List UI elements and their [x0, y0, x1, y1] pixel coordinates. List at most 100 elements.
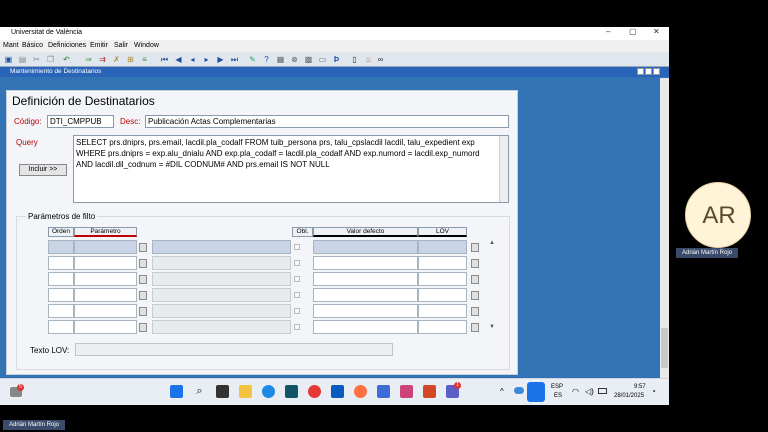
last-record-icon[interactable]: ⏭ — [230, 55, 239, 64]
list-icon[interactable]: ≡ — [140, 55, 149, 64]
taskview-icon[interactable] — [216, 385, 229, 398]
copy-icon[interactable]: ❐ — [46, 55, 55, 64]
lang-primary[interactable]: ESP — [551, 384, 563, 390]
scrollbar-thumb[interactable] — [661, 328, 668, 368]
valor-defecto-cell[interactable] — [313, 240, 418, 254]
lov-cell[interactable] — [418, 240, 467, 254]
menu-definiciones[interactable]: Definiciones — [48, 42, 86, 49]
next-block-icon[interactable]: ▶ — [216, 55, 225, 64]
parametro-cell[interactable] — [74, 304, 137, 318]
microphone-icon[interactable] — [527, 382, 545, 402]
folder-icon[interactable] — [239, 385, 252, 398]
print-icon[interactable]: ▤ — [18, 55, 27, 64]
lov-button-icon[interactable] — [139, 291, 147, 300]
valor-defecto-cell[interactable] — [313, 272, 418, 286]
edit-icon[interactable]: ✎ — [248, 55, 257, 64]
parametro-cell[interactable] — [74, 256, 137, 270]
cancel-query-icon[interactable]: ✗ — [112, 55, 121, 64]
next-record-icon[interactable]: ▸ — [202, 55, 211, 64]
lov-cell[interactable] — [418, 288, 467, 302]
grid-icon[interactable]: ▩ — [304, 55, 313, 64]
wifi-icon[interactable]: ◠ — [572, 387, 579, 396]
sub-minimize-icon[interactable] — [637, 68, 644, 75]
rows-scroll-down-icon[interactable]: ▼ — [489, 324, 495, 330]
prev-block-icon[interactable]: ◀ — [174, 55, 183, 64]
menu-emitir[interactable]: Emitir — [90, 42, 108, 49]
start-icon[interactable] — [170, 385, 183, 398]
window-scrollbar[interactable] — [660, 78, 669, 378]
lov-list-icon[interactable] — [471, 323, 479, 332]
clock-time[interactable]: 9:57 — [634, 384, 646, 390]
exit-icon[interactable]: ∞ — [376, 55, 385, 64]
maximize-button[interactable]: ▢ — [629, 27, 637, 36]
lock-icon[interactable]: ▦ — [276, 55, 285, 64]
oblig-checkbox[interactable] — [294, 308, 300, 314]
oblig-checkbox[interactable] — [294, 260, 300, 266]
parametro-cell[interactable] — [74, 288, 137, 302]
firefox-icon[interactable] — [354, 385, 367, 398]
incluir-button[interactable]: Incluir >> — [19, 164, 67, 176]
oblig-checkbox[interactable] — [294, 244, 300, 250]
prev-record-icon[interactable]: ◂ — [188, 55, 197, 64]
lov-cell[interactable] — [418, 256, 467, 270]
lov-button-icon[interactable] — [139, 323, 147, 332]
menu-mant[interactable]: Mant — [3, 42, 19, 49]
orden-cell[interactable] — [48, 240, 74, 254]
orden-cell[interactable] — [48, 288, 74, 302]
lov-cell[interactable] — [418, 304, 467, 318]
lov-button-icon[interactable] — [139, 307, 147, 316]
bell-icon[interactable]: ◔ — [651, 387, 656, 396]
tool-icon[interactable]: ♨ — [364, 55, 373, 64]
lov-list-icon[interactable] — [471, 307, 479, 316]
close-button[interactable]: ✕ — [653, 27, 660, 36]
save-icon[interactable]: ▣ — [4, 55, 13, 64]
orden-cell[interactable] — [48, 272, 74, 286]
powerpoint-icon[interactable] — [423, 385, 436, 398]
orden-cell[interactable] — [48, 304, 74, 318]
document-icon[interactable]: ▯ — [350, 55, 359, 64]
battery-icon[interactable] — [598, 388, 607, 394]
volume-icon[interactable]: ◁) — [585, 387, 594, 396]
valor-defecto-cell[interactable] — [313, 320, 418, 334]
count-query-icon[interactable]: ⊞ — [126, 55, 135, 64]
clear-icon[interactable]: ⊗ — [290, 55, 299, 64]
valor-defecto-cell[interactable] — [313, 304, 418, 318]
java-icon[interactable] — [400, 385, 413, 398]
lov-list-icon[interactable] — [471, 275, 479, 284]
onedrive-icon[interactable] — [514, 387, 524, 394]
codigo-field[interactable]: DTI_CMPPUB — [47, 115, 114, 128]
edge-icon[interactable] — [262, 385, 275, 398]
lov-cell[interactable] — [418, 320, 467, 334]
undo-icon[interactable]: ↶ — [62, 55, 71, 64]
oblig-checkbox[interactable] — [294, 324, 300, 330]
menu-basico[interactable]: Básico — [22, 42, 43, 49]
lang-secondary[interactable]: ES — [554, 393, 562, 399]
clock-date[interactable]: 28/01/2025 — [614, 393, 644, 399]
chevron-up-icon[interactable]: ^ — [500, 387, 504, 396]
rows-scroll-up-icon[interactable]: ▲ — [489, 240, 495, 246]
desc-field[interactable]: Publicación Actas Complementarias — [145, 115, 509, 128]
minimize-button[interactable]: – — [606, 27, 610, 36]
lov-list-icon[interactable] — [471, 291, 479, 300]
execute-query-icon[interactable]: ⇉ — [98, 55, 107, 64]
valor-defecto-cell[interactable] — [313, 256, 418, 270]
valor-defecto-cell[interactable] — [313, 288, 418, 302]
lov-list-icon[interactable] — [471, 259, 479, 268]
parametro-cell[interactable] — [74, 272, 137, 286]
texto-lov-field[interactable] — [75, 343, 393, 356]
lov-button-icon[interactable] — [139, 243, 147, 252]
first-record-icon[interactable]: ⏮ — [160, 55, 169, 64]
lov-button-icon[interactable] — [139, 259, 147, 268]
search-icon[interactable]: ⌕ — [193, 385, 206, 398]
chrome-icon[interactable] — [308, 385, 321, 398]
oblig-checkbox[interactable] — [294, 292, 300, 298]
store-icon[interactable] — [285, 385, 298, 398]
help-icon[interactable]: ? — [262, 55, 271, 64]
sub-maximize-icon[interactable] — [645, 68, 652, 75]
oblig-checkbox[interactable] — [294, 276, 300, 282]
menu-salir[interactable]: Salir — [114, 42, 128, 49]
menu-window[interactable]: Window — [134, 42, 159, 49]
query-scrollbar[interactable] — [499, 136, 508, 202]
parametro-cell[interactable] — [74, 320, 137, 334]
parametro-cell[interactable] — [74, 240, 137, 254]
